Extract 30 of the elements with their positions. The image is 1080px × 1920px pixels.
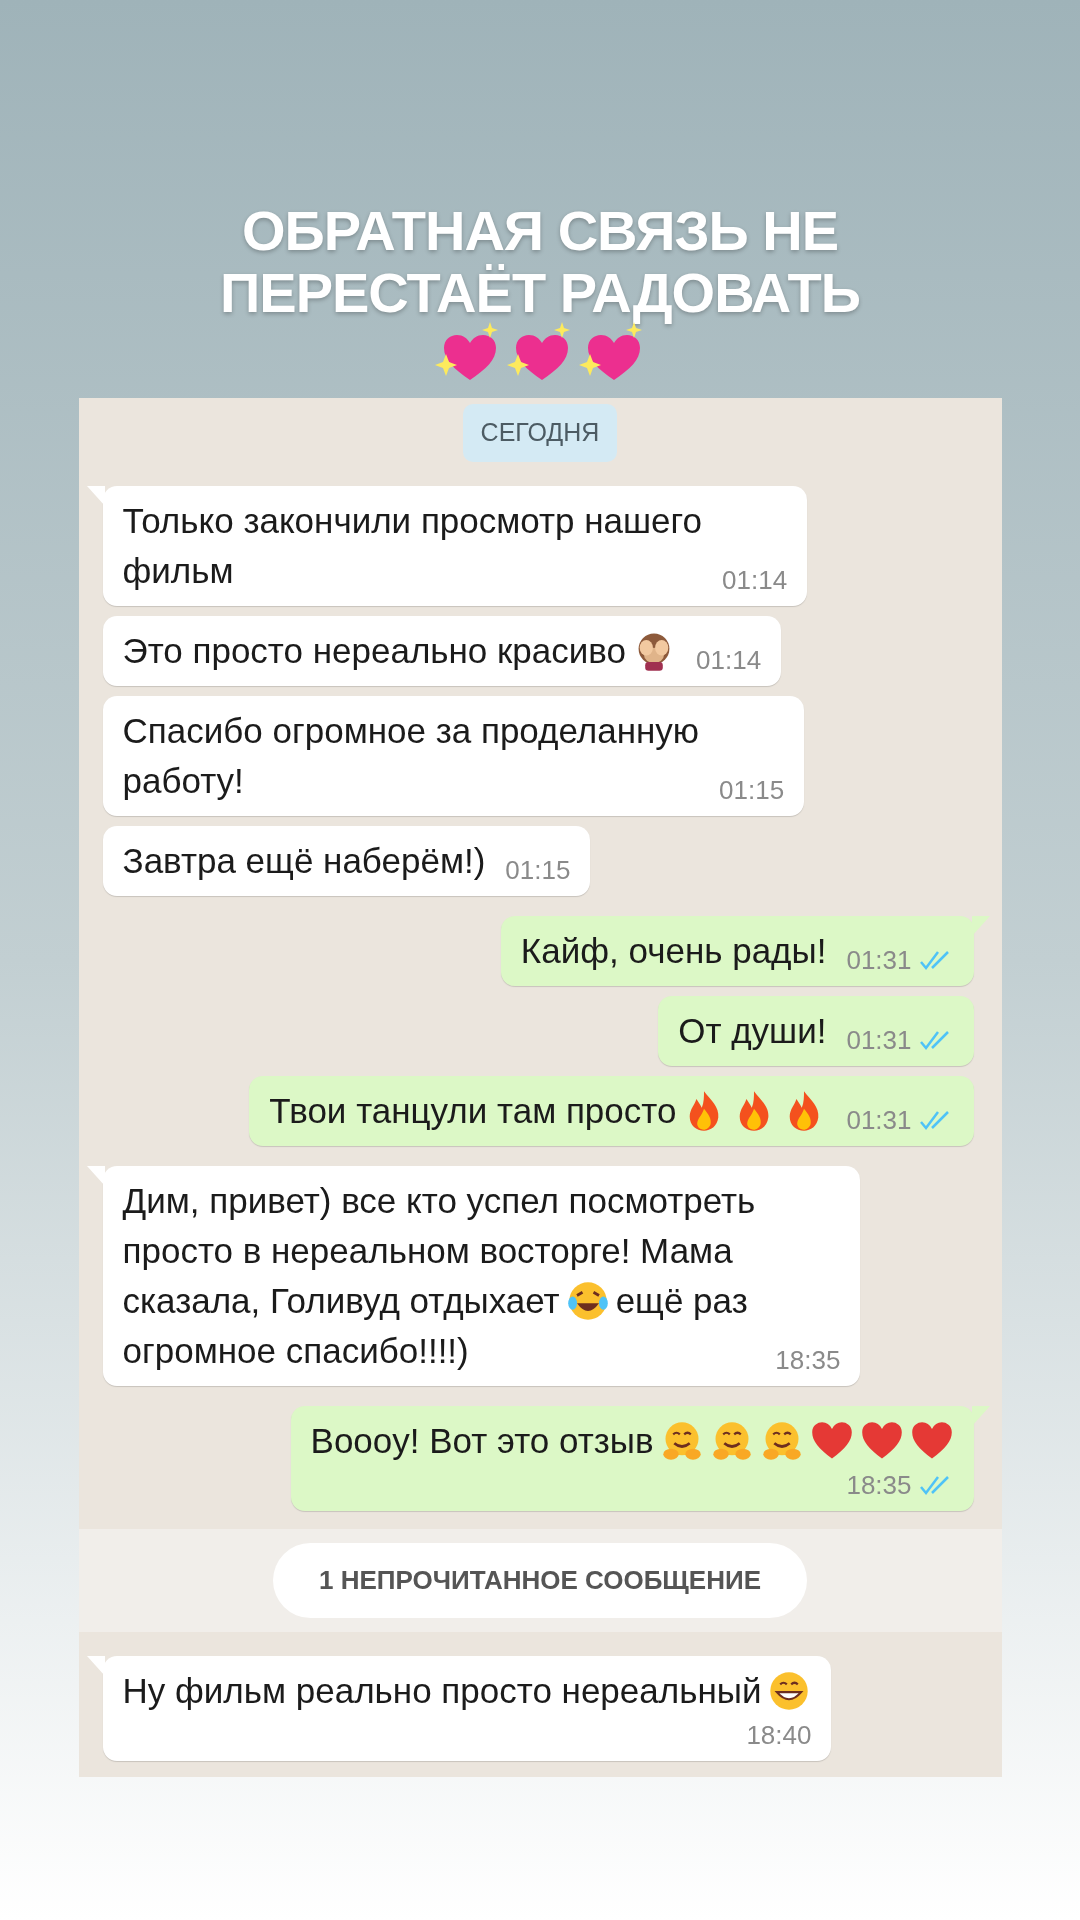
message-text: ещё раз: [615, 1279, 748, 1322]
story-title: ПЕРЕСТАЁТ РАДОВАТЬ: [220, 262, 860, 324]
message-time: 01:15: [719, 773, 785, 807]
message-time: 01:31: [846, 943, 912, 977]
message-text: Только закончили просмотр нашего: [122, 499, 703, 542]
message-time: 01:31: [846, 1023, 912, 1057]
message-time: 01:31: [846, 1103, 912, 1137]
message-text: просто в нереальном восторге! Мама: [122, 1229, 733, 1272]
message-text: Кайф, очень рады!: [520, 929, 827, 972]
unread-banner: 1 НЕПРОЧИТАННОЕ СООБЩЕНИЕ: [273, 1542, 807, 1618]
message-time: 01:14: [696, 643, 762, 677]
message-text: Завтра ещё наберём!): [122, 839, 486, 882]
message-text: От души!: [678, 1009, 827, 1052]
message-time: 01:15: [505, 853, 571, 887]
message-text: фильм: [122, 549, 234, 592]
date-chip: СЕГОДНЯ: [462, 404, 618, 462]
message-time: 18:35: [775, 1343, 841, 1377]
message-text: Это просто нереально красиво: [122, 629, 627, 672]
message-time: 18:40: [746, 1718, 812, 1752]
message-text: Вооoу! Вот это отзыв: [310, 1419, 654, 1462]
message-text: Дим, привет) все кто успел посмотреть: [122, 1179, 756, 1222]
story-title: ОБРАТНАЯ СВЯЗЬ НЕ: [241, 200, 839, 262]
message-time: 01:14: [722, 563, 788, 597]
message-text: Твои танцули там просто: [269, 1089, 677, 1132]
message-text: сказала, Голивуд отдыхает: [122, 1279, 560, 1322]
message-text: Ну фильм реально просто нереальный: [122, 1669, 762, 1712]
message-text: Спасибо огромное за проделанную: [122, 709, 700, 752]
message-time: 18:35: [846, 1468, 912, 1502]
message-text: огромное спасибо!!!!): [122, 1329, 469, 1372]
message-text: работу!: [122, 759, 244, 802]
